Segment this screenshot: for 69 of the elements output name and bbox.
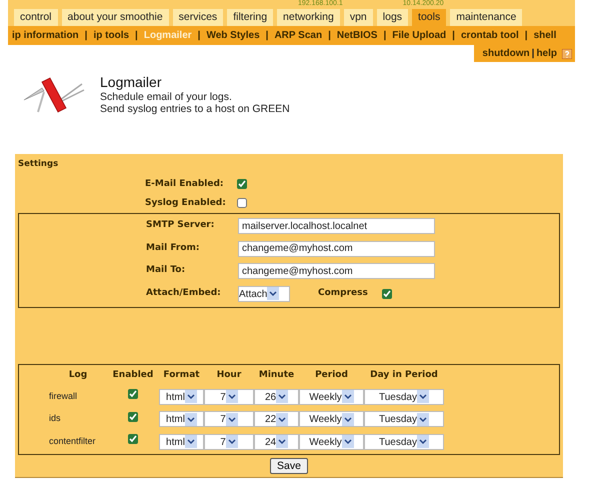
period-select[interactable]: Weekly [299,388,364,404]
utility-link[interactable]: help [536,46,557,61]
sub-nav-link[interactable]: crontab tool [460,28,519,43]
description-text: Schedule email of your logs. [100,91,233,103]
column-header: Log [68,368,88,382]
minute-select[interactable]: 24 [254,434,299,450]
text-field[interactable]: changeme@myhost.com [238,240,435,256]
text-field[interactable]: mailserver.localhost.localnet [238,218,435,234]
attach-select[interactable]: Attach [238,286,290,302]
log-name: ids [49,412,62,426]
day-select[interactable]: Tuesday [364,411,444,427]
field-label: Attach/Embed: [146,286,222,300]
description-text: Send syslog entries to a host on GREEN [100,103,290,115]
nav-tab[interactable]: about your smoothie [62,9,169,26]
hour-select[interactable]: 7 [204,434,254,450]
format-select[interactable]: html [159,411,204,427]
sub-nav-link[interactable]: Web Styles [206,28,260,43]
sub-nav-link[interactable]: shell [534,28,556,43]
page-title: Logmailer [100,74,162,91]
column-header: Hour [216,368,242,382]
hour-select[interactable]: 7 [204,388,254,404]
day-select[interactable]: Tuesday [364,388,444,404]
log-name: firewall [49,390,78,403]
log-name: contentfilter [49,434,97,448]
period-select[interactable]: Weekly [299,434,364,450]
column-header: Minute [258,368,296,382]
nav-tab[interactable]: control [14,9,58,26]
minute-select[interactable]: 22 [254,411,299,427]
column-header: Format [162,368,201,382]
nav-tab[interactable]: vpn [344,9,373,26]
sub-nav-link[interactable]: ip information [12,28,79,43]
separator-text: | [452,29,455,43]
nav-tab[interactable]: filtering [227,9,274,26]
field-label: SMTP Server: [146,219,216,232]
separator-text: | [135,29,138,43]
column-header: Day in Period [369,368,439,382]
separator-text: | [198,29,200,43]
field-label: Compress [318,286,368,300]
nav-tab[interactable]: logs [376,9,408,26]
format-select[interactable]: html [159,434,204,450]
separator-text: | [84,29,88,43]
nav-tab[interactable]: tools [412,9,446,26]
separator-text: | [524,29,528,43]
nav-tab[interactable]: maintenance [450,9,522,26]
separator-text: | [383,29,386,43]
day-select[interactable]: Tuesday [364,434,444,450]
utility-link[interactable]: shutdown [482,46,530,61]
hour-select[interactable]: 7 [204,411,254,427]
sub-nav-link[interactable]: ip tools [93,28,130,43]
save-button[interactable]: Save [270,458,308,474]
field-label: Syslog Enabled: [145,196,227,210]
text-field[interactable]: changeme@myhost.com [238,263,435,279]
sub-nav-link[interactable]: ARP Scan [274,28,322,43]
minute-select[interactable]: 26 [254,388,299,404]
column-header: Enabled [112,368,154,382]
sub-nav-link[interactable]: NetBIOS [336,28,378,43]
column-header: Period [314,368,349,382]
separator-text: | [532,47,534,61]
sub-nav-link[interactable]: File Upload [392,28,446,43]
format-select[interactable]: html [159,388,204,404]
separator-text: | [266,29,268,43]
section-title: Settings [18,158,60,171]
field-label: Mail To: [146,264,186,278]
nav-tab[interactable]: networking [277,9,340,26]
period-select[interactable]: Weekly [299,411,364,427]
field-label: E-Mail Enabled: [145,178,225,190]
field-label: Mail From: [146,242,201,255]
separator-text: | [328,29,331,43]
nav-tab[interactable]: services [172,9,224,26]
